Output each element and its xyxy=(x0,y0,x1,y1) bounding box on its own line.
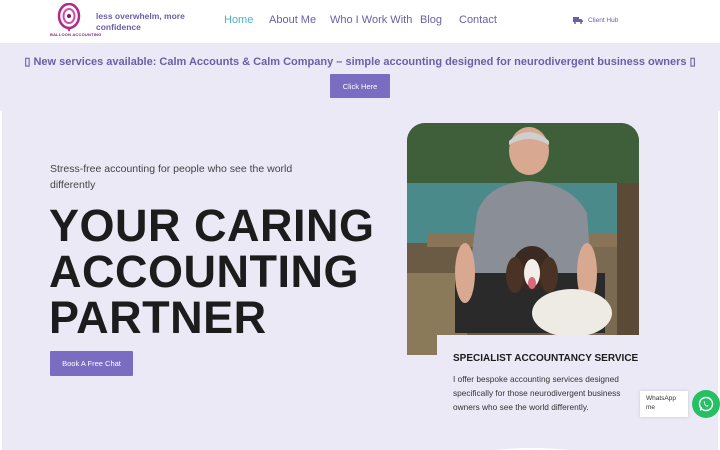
decorative-wave xyxy=(493,448,571,450)
client-hub-link[interactable]: Client Hub xyxy=(573,16,618,24)
tagline: less overwhelm, more confidence xyxy=(96,11,185,32)
service-card: SPECIALIST ACCOUNTANCY SERVICE I offer b… xyxy=(437,335,642,435)
headline-line: YOUR CARING xyxy=(49,200,375,251)
whatsapp-button[interactable] xyxy=(692,390,720,418)
hero-section: Stress-free accounting for people who se… xyxy=(2,111,718,450)
truck-icon xyxy=(573,17,583,24)
hero-headline: YOUR CARING ACCOUNTING PARTNER xyxy=(49,203,375,341)
announcement-bar: ▯ New services available: Calm Accounts … xyxy=(0,43,720,111)
card-title: SPECIALIST ACCOUNTANCY SERVICE xyxy=(453,353,639,364)
headline-line: PARTNER xyxy=(49,292,267,343)
nav-home[interactable]: Home xyxy=(224,14,253,26)
client-hub-label: Client Hub xyxy=(588,16,619,24)
nav-about-me[interactable]: About Me xyxy=(269,14,316,26)
portrait-photo xyxy=(407,123,639,355)
announcement-text: ▯ New services available: Calm Accounts … xyxy=(24,56,696,68)
click-here-button[interactable]: Click Here xyxy=(330,74,390,98)
whatsapp-icon xyxy=(698,396,714,412)
card-text: I offer bespoke accounting services desi… xyxy=(453,374,621,412)
logo-text: BALLOON ACCOUNTING xyxy=(50,32,102,37)
nav-blog[interactable]: Blog xyxy=(420,14,442,26)
headline-line: ACCOUNTING xyxy=(49,246,359,297)
book-free-chat-button[interactable]: Book A Free Chat xyxy=(50,351,133,376)
whatsapp-label[interactable]: WhatsApp me xyxy=(640,391,688,417)
hero-subtitle: Stress-free accounting for people who se… xyxy=(50,163,293,191)
nav-contact[interactable]: Contact xyxy=(459,14,497,26)
site-header: BALLOON ACCOUNTING less overwhelm, more … xyxy=(0,0,720,43)
nav-who-i-work-with[interactable]: Who I Work With xyxy=(330,14,412,26)
